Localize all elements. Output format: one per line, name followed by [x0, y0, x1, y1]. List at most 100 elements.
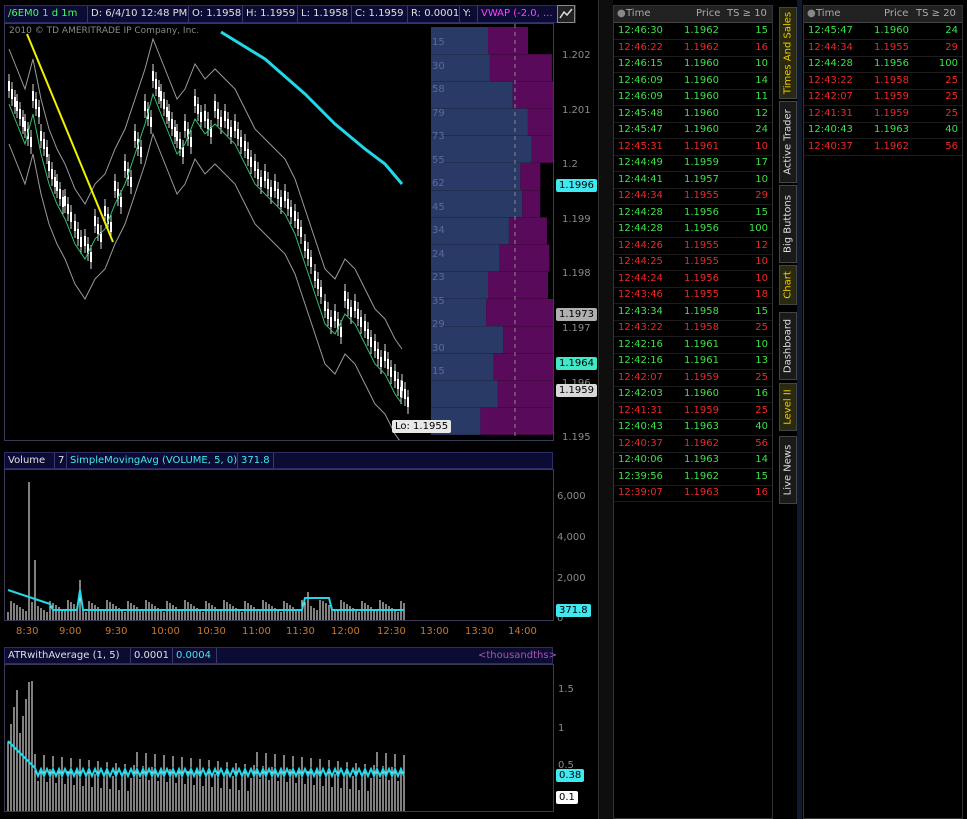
ts-row[interactable]: 12:42:16 1.1961 13: [614, 353, 772, 370]
ts-row[interactable]: 12:46:22 1.1962 16: [614, 40, 772, 57]
ts-row[interactable]: 12:44:34 1.1955 29: [614, 188, 772, 205]
ts-row[interactable]: 12:45:47 1.1960 24: [614, 122, 772, 139]
ts2-size-header[interactable]: TS ≥ 20: [916, 8, 956, 19]
ts-row-price: 1.1958: [684, 305, 719, 317]
ts-row[interactable]: 12:43:22 1.1958 25: [804, 73, 962, 90]
lower-band: [8, 132, 400, 440]
ts-row[interactable]: 12:44:34 1.1955 29: [804, 40, 962, 57]
ts-row[interactable]: 12:45:48 1.1960 12: [614, 106, 772, 123]
tab-big-buttons[interactable]: Big Buttons: [779, 185, 797, 263]
profile-purple-bar: [488, 271, 548, 299]
candle-body: [234, 121, 236, 131]
candle-body: [35, 99, 37, 109]
ts-row[interactable]: 12:46:09 1.1960 14: [614, 73, 772, 90]
profile-purple-bar: [520, 163, 541, 190]
ts-row[interactable]: 12:40:43 1.1963 40: [804, 122, 962, 139]
ts-row[interactable]: 12:40:37 1.1962 56: [614, 436, 772, 453]
ts-row[interactable]: 12:46:15 1.1960 10: [614, 56, 772, 73]
candle-body: [364, 321, 366, 331]
ts-row[interactable]: 12:40:06 1.1963 14: [614, 452, 772, 469]
symbol-label[interactable]: /6EM0 1 d 1m: [5, 6, 88, 22]
ts-row[interactable]: 12:41:31 1.1959 25: [804, 106, 962, 123]
splitter[interactable]: [598, 0, 613, 819]
ts-row[interactable]: 12:39:07 1.1963 16: [614, 485, 772, 502]
ts-row[interactable]: 12:42:03 1.1960 16: [614, 386, 772, 403]
price-panel[interactable]: 2010 © TD AMERITRADE IP Company, Inc. 15…: [4, 23, 554, 441]
ts-row[interactable]: 12:44:41 1.1957 10: [614, 172, 772, 189]
ts2-time-header[interactable]: Time: [816, 8, 840, 19]
candle-body: [334, 311, 336, 321]
ts-row[interactable]: 12:44:24 1.1956 10: [614, 271, 772, 288]
candle-body: [56, 181, 58, 191]
candle-body: [182, 147, 184, 157]
ts-row[interactable]: 12:44:26 1.1955 12: [614, 238, 772, 255]
candle-body: [307, 249, 309, 259]
ts-row-time: 12:45:47: [618, 124, 663, 135]
tab-level-ii[interactable]: Level II: [779, 383, 797, 431]
ts-row-size: 15: [755, 305, 768, 317]
ts-row[interactable]: 12:40:43 1.1963 40: [614, 419, 772, 436]
ts-row[interactable]: 12:46:09 1.1960 11: [614, 89, 772, 106]
vwap-label[interactable]: VWAP (-2.0, ...: [478, 6, 558, 22]
candle-body: [247, 149, 249, 159]
time-axis-tick: 10:30: [197, 626, 226, 637]
ts-row[interactable]: 12:46:30 1.1962 15: [614, 23, 772, 40]
tab-live-news[interactable]: Live News: [779, 436, 797, 504]
ts-row[interactable]: 12:44:28 1.1956 100: [804, 56, 962, 73]
y-label: Y:: [460, 6, 478, 22]
tab-label: Active Trader: [782, 109, 794, 175]
candle-body: [194, 96, 196, 106]
tab-dashboard[interactable]: Dashboard: [779, 312, 797, 380]
tab-chart[interactable]: Chart: [779, 265, 797, 305]
volume-profile-label: 23: [432, 272, 445, 283]
ts-row-size: 14: [755, 74, 768, 86]
chart-header-bar: /6EM0 1 d 1m D: 6/4/10 12:48 PM O: 1.195…: [4, 5, 576, 23]
candle-body: [290, 207, 292, 217]
atr-study-label[interactable]: ATRwithAverage (1, 5): [5, 648, 131, 663]
time-axis-tick: 13:30: [465, 626, 494, 637]
ts-row[interactable]: 12:45:31 1.1961 10: [614, 139, 772, 156]
ts-row-size: 100: [748, 223, 768, 234]
ts1-price-header[interactable]: Price: [696, 8, 720, 19]
candle-body: [94, 216, 96, 226]
ts-row[interactable]: 12:43:34 1.1958 15: [614, 304, 772, 321]
ts-row[interactable]: 12:40:37 1.1962 56: [804, 139, 962, 156]
chart-settings-icon[interactable]: [557, 5, 575, 23]
ts-row-size: 16: [755, 41, 768, 53]
ts-row[interactable]: 12:45:47 1.1960 24: [804, 23, 962, 40]
ts-row[interactable]: 12:44:28 1.1956 100: [614, 221, 772, 238]
ts-row[interactable]: 12:39:56 1.1962 15: [614, 469, 772, 486]
volume-sma-label[interactable]: SimpleMovingAvg (VOLUME, 5, 0): [67, 453, 238, 468]
ts1-time-header[interactable]: Time: [626, 8, 650, 19]
ts1-size-header[interactable]: TS ≥ 10: [727, 8, 767, 19]
tab-active-trader[interactable]: Active Trader: [779, 101, 797, 183]
candle-body: [46, 147, 48, 157]
candle-body: [97, 224, 99, 234]
ts-row[interactable]: 12:44:28 1.1956 15: [614, 205, 772, 222]
ts-row-time: 12:40:43: [618, 421, 663, 432]
atr-panel[interactable]: [4, 664, 554, 812]
ts-row[interactable]: 12:43:22 1.1958 25: [614, 320, 772, 337]
volume-axis-tick: 6,000: [557, 491, 586, 502]
ts-row[interactable]: 12:44:49 1.1959 17: [614, 155, 772, 172]
volume-panel[interactable]: [4, 469, 554, 621]
ts-row[interactable]: 12:42:07 1.1959 25: [804, 89, 962, 106]
ts-row[interactable]: 12:42:16 1.1961 10: [614, 337, 772, 354]
ts2-price-header[interactable]: Price: [884, 8, 908, 19]
candle-body: [152, 71, 154, 81]
tab-times-and-sales[interactable]: Times And Sales: [779, 7, 797, 99]
candle-body: [140, 147, 142, 157]
volume-study-label[interactable]: Volume: [5, 453, 55, 468]
profile-blue-bar: [431, 135, 532, 163]
ts-row-time: 12:42:07: [618, 371, 663, 383]
ts-row[interactable]: 12:42:07 1.1959 25: [614, 370, 772, 387]
candle-body: [54, 177, 56, 187]
ts-row[interactable]: 12:43:46 1.1955 18: [614, 287, 772, 304]
ts-row-price: 1.1963: [874, 124, 909, 135]
splitter-2[interactable]: [797, 0, 802, 819]
ts-row[interactable]: 12:41:31 1.1959 25: [614, 403, 772, 420]
volume-axis-tick: 2,000: [557, 573, 586, 584]
ts-row-size: 40: [945, 124, 958, 135]
candle-body: [74, 221, 76, 231]
ts-row[interactable]: 12:44:25 1.1955 10: [614, 254, 772, 271]
